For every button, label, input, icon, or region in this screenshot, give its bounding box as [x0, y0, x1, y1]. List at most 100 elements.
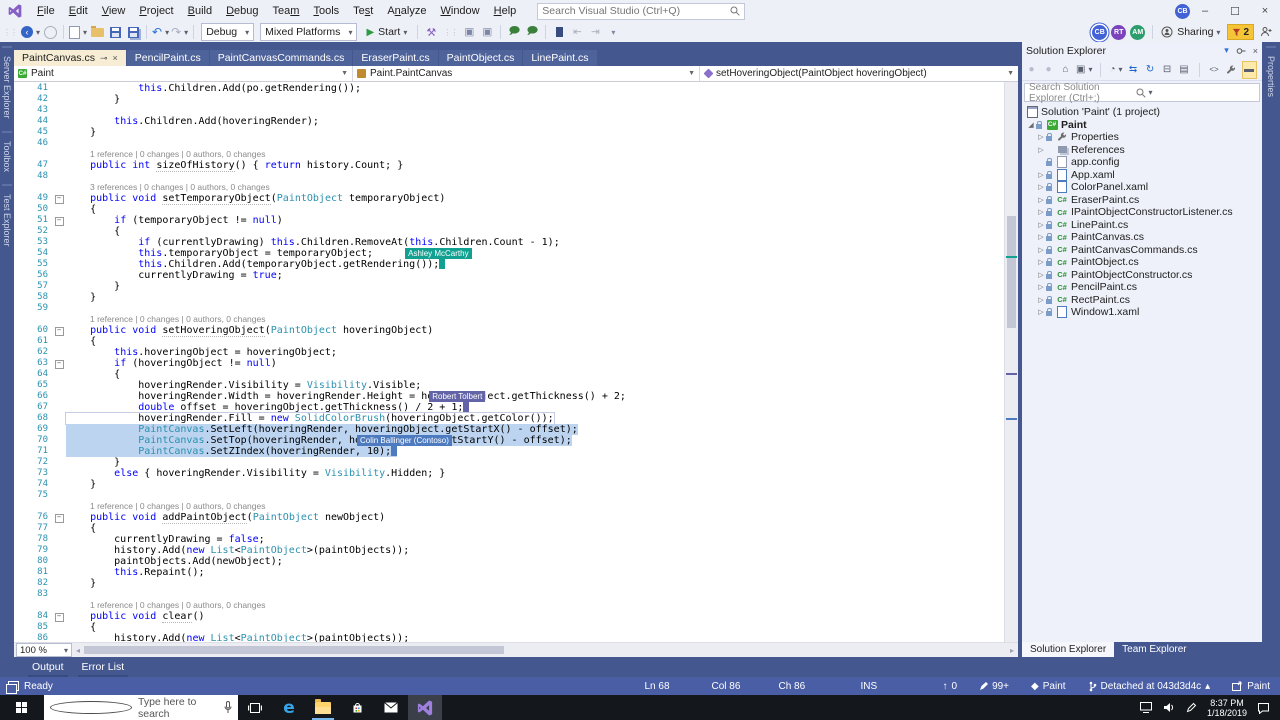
menu-window[interactable]: Window — [433, 5, 486, 17]
expander-icon[interactable]: ◢ — [1026, 121, 1036, 129]
start-debug-button[interactable]: ▶ Start ▾ — [361, 23, 412, 41]
code-line[interactable]: 55 this.Children.Add(temporaryObject.get… — [14, 259, 1005, 270]
tree-item-solution[interactable]: Solution 'Paint' (1 project) — [1022, 106, 1262, 119]
tree-item-window1-xaml[interactable]: ▷ Window1.xaml — [1022, 306, 1262, 319]
edge-taskbar-button[interactable]: e — [272, 695, 306, 720]
expander-icon[interactable]: ▷ — [1036, 308, 1046, 316]
uncomment-icon[interactable]: 🗩 — [524, 23, 540, 41]
preview-selected-items-icon[interactable]: ▬ — [1241, 60, 1257, 79]
code-line[interactable]: 46 — [14, 138, 1005, 149]
switch-views-icon[interactable]: ▣ ▾ — [1076, 62, 1092, 78]
code-line[interactable]: 57 } — [14, 281, 1005, 292]
code-line[interactable]: 49− public void setTemporaryObject(Paint… — [14, 193, 1005, 205]
tree-item-pencilpaint-cs[interactable]: ▷ C# PencilPaint.cs — [1022, 281, 1262, 294]
code-line[interactable]: 51− if (temporaryObject != null) — [14, 215, 1005, 226]
codelens-row[interactable]: 1 reference | 0 changes | 0 authors, 0 c… — [14, 600, 1005, 611]
codelens-row[interactable]: 1 reference | 0 changes | 0 authors, 0 c… — [14, 501, 1005, 512]
menu-test[interactable]: Test — [346, 5, 380, 17]
show-all-files-icon[interactable]: ▤ — [1178, 62, 1191, 78]
menu-team[interactable]: Team — [266, 5, 307, 17]
save-button[interactable] — [107, 23, 123, 41]
expander-icon[interactable]: ▷ — [1036, 146, 1046, 154]
navigate-backward-doc-icon[interactable]: ▣ — [479, 23, 495, 41]
new-project-button[interactable]: ▾ — [69, 23, 87, 41]
next-bookmark-icon[interactable]: ⇥ — [587, 23, 603, 41]
code-line[interactable]: 44 this.Children.Add(hoveringRender); — [14, 116, 1005, 127]
menu-project[interactable]: Project — [132, 5, 180, 17]
code-line[interactable]: 78 currentlyDrawing = false; — [14, 534, 1005, 545]
editor-tab-eraserpaint-cs[interactable]: EraserPaint.cs — [353, 50, 438, 66]
scrollbar-thumb[interactable] — [1007, 216, 1016, 329]
close-tab-icon[interactable]: × — [113, 53, 118, 63]
code-line[interactable]: 56 currentlyDrawing = true; — [14, 270, 1005, 281]
code-line[interactable]: 72 } — [14, 457, 1005, 468]
solution-platforms-dropdown[interactable]: Mixed Platforms ▾ — [260, 23, 358, 41]
expander-icon[interactable]: ▷ — [1036, 283, 1046, 291]
find-in-files-icon[interactable]: ▣ — [461, 23, 477, 41]
code-line[interactable]: 48 — [14, 171, 1005, 182]
se-forward-icon[interactable]: ● — [1042, 62, 1055, 78]
fold-marker-icon[interactable]: − — [52, 611, 66, 622]
code-line[interactable]: 61 { — [14, 336, 1005, 347]
comment-icon[interactable]: 🗩 — [506, 23, 522, 41]
tree-item-paintcanvas-cs[interactable]: ▷ C# PaintCanvas.cs — [1022, 231, 1262, 244]
expander-icon[interactable]: ▷ — [1036, 258, 1046, 266]
code-line[interactable]: 69 PaintCanvas.SetLeft(hoveringRender, h… — [14, 424, 1005, 435]
expander-icon[interactable]: ▷ — [1036, 208, 1046, 216]
editor-tab-linepaint-cs[interactable]: LinePaint.cs — [523, 50, 597, 66]
taskbar-search-box[interactable]: Type here to search — [44, 695, 238, 720]
code-line[interactable]: 81 this.Repaint(); — [14, 567, 1005, 578]
close-button[interactable]: × — [1250, 0, 1280, 22]
expander-icon[interactable]: ▷ — [1036, 233, 1046, 241]
code-line[interactable]: 53 if (currentlyDrawing) this.Children.R… — [14, 237, 1005, 248]
code-line[interactable]: 54 this.temporaryObject = temporaryObjec… — [14, 248, 1005, 259]
code-line[interactable]: 41 this.Children.Add(po.getRendering()); — [14, 83, 1005, 94]
code-line[interactable]: 60− public void setHoveringObject(PaintO… — [14, 325, 1005, 337]
se-bottom-tab-solution-explorer[interactable]: Solution Explorer — [1022, 642, 1115, 657]
code-line[interactable]: 58 } — [14, 292, 1005, 303]
expander-icon[interactable]: ▷ — [1036, 171, 1046, 179]
attach-to-process-icon[interactable]: ⚒ — [423, 23, 439, 41]
tree-item-eraserpaint-cs[interactable]: ▷ C# EraserPaint.cs — [1022, 194, 1262, 207]
hscroll-left-arrow[interactable]: ◂ — [76, 646, 80, 655]
editor-vertical-scrollbar[interactable] — [1004, 82, 1018, 642]
feedback-icon[interactable] — [1260, 26, 1272, 38]
vs-search-box[interactable]: Search Visual Studio (Ctrl+Q) — [537, 2, 746, 20]
panel-tab-error-list[interactable]: Error List — [77, 661, 128, 679]
microphone-icon[interactable] — [224, 701, 232, 714]
se-bottom-tab-team-explorer[interactable]: Team Explorer — [1114, 642, 1194, 657]
tree-item-properties[interactable]: ▷ Properties — [1022, 131, 1262, 144]
editor-tab-pencilpaint-cs[interactable]: PencilPaint.cs — [126, 50, 209, 66]
code-line[interactable]: 52 { — [14, 226, 1005, 237]
open-file-button[interactable] — [89, 23, 105, 41]
menu-analyze[interactable]: Analyze — [380, 5, 433, 17]
properties-icon[interactable] — [1225, 62, 1238, 78]
fold-marker-icon[interactable]: − — [52, 325, 66, 336]
tree-item-linepaint-cs[interactable]: ▷ C# LinePaint.cs — [1022, 219, 1262, 232]
code-line[interactable]: 68 hoveringRender.Fill = new SolidColorB… — [14, 412, 1005, 425]
code-line[interactable]: 75 — [14, 490, 1005, 501]
code-line[interactable]: 79 history.Add(new List<PaintObject>(pai… — [14, 545, 1005, 556]
volume-icon[interactable] — [1163, 702, 1176, 713]
panel-tab-output[interactable]: Output — [28, 661, 68, 679]
home-icon[interactable]: ⌂ — [1059, 62, 1072, 78]
panel-close-icon[interactable]: × — [1253, 46, 1258, 56]
menu-help[interactable]: Help — [487, 5, 524, 17]
code-line[interactable]: 80 paintObjects.Add(newObject); — [14, 556, 1005, 567]
code-line[interactable]: 65 hoveringRender.Visibility = Visibilit… — [14, 380, 1005, 391]
tree-item-app-config[interactable]: app.config — [1022, 156, 1262, 169]
code-line[interactable]: 50 { — [14, 204, 1005, 215]
hscroll-right-arrow[interactable]: ▸ — [1010, 646, 1014, 655]
menu-debug[interactable]: Debug — [219, 5, 265, 17]
expander-icon[interactable]: ▷ — [1036, 296, 1046, 304]
fold-marker-icon[interactable]: − — [52, 358, 66, 369]
code-line[interactable]: 71 PaintCanvas.SetZIndex(hoveringRender,… — [14, 446, 1005, 457]
fold-marker-icon[interactable]: − — [52, 193, 66, 204]
code-line[interactable]: 76− public void addPaintObject(PaintObje… — [14, 512, 1005, 524]
expander-icon[interactable]: ▷ — [1036, 246, 1046, 254]
expander-icon[interactable]: ▷ — [1036, 133, 1046, 141]
code-line[interactable]: 66 hoveringRender.Width = hoveringRender… — [14, 391, 1005, 402]
code-line[interactable]: 42 } — [14, 94, 1005, 105]
save-all-button[interactable] — [125, 23, 141, 41]
start-button[interactable] — [0, 695, 44, 720]
